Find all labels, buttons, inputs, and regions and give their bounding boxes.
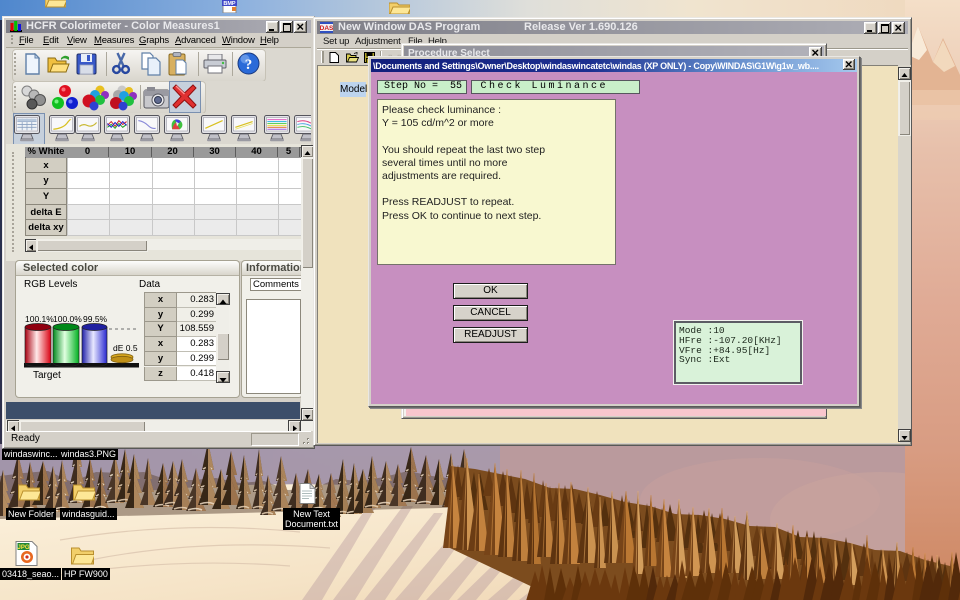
svg-text:BMP: BMP — [223, 1, 236, 7]
svg-text:?: ? — [245, 57, 253, 73]
svg-text:DAS: DAS — [320, 25, 333, 32]
svg-text:JPG: JPG — [17, 545, 29, 551]
